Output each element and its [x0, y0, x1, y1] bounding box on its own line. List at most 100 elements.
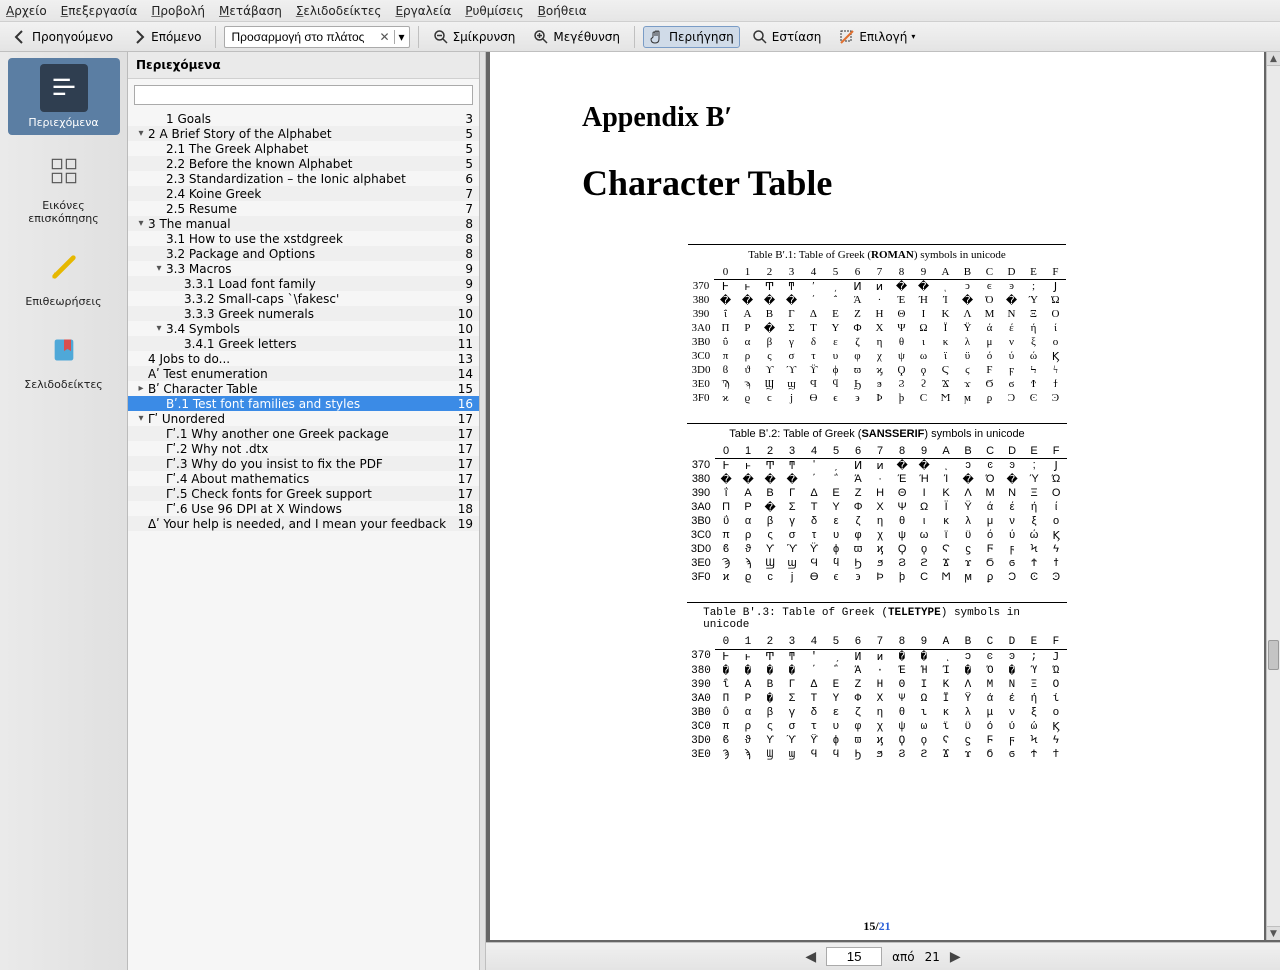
tree-row[interactable]: Αʹ Test enumeration14 [128, 366, 479, 381]
tree-row[interactable]: Γʹ.6 Use 96 DPI at X Windows18 [128, 501, 479, 516]
index-tree[interactable]: 1 Goals3▾2 A Brief Story of the Alphabet… [128, 111, 479, 970]
menu-σελιδοδείκτες[interactable]: Σελιδοδείκτες [296, 4, 382, 18]
separator [418, 26, 419, 48]
tree-page: 5 [449, 157, 473, 171]
select-mode-button[interactable]: Επιλογή▾ [833, 26, 921, 48]
expand-icon[interactable]: ▾ [134, 128, 148, 139]
document-area: Appendix Bʹ Character Table Table Bʹ.1: … [486, 52, 1280, 970]
index-title: Περιεχόμενα [128, 52, 479, 79]
page-input[interactable] [826, 947, 882, 966]
vertical-scrollbar[interactable]: ▲ ▼ [1266, 52, 1280, 940]
table-teletype: Table Bʹ.3: Table of Greek (TELETYPE) sy… [687, 602, 1067, 762]
menu-εργαλεία[interactable]: Εργαλεία [395, 4, 451, 18]
tree-row[interactable]: 3.3.2 Small-caps `\fakesc'9 [128, 291, 479, 306]
tree-row[interactable]: 3.4.1 Greek letters11 [128, 336, 479, 351]
tree-row[interactable]: ▾Γʹ Unordered17 [128, 411, 479, 426]
zoom-in-label: Μεγέθυνση [553, 30, 620, 44]
tree-page: 3 [449, 112, 473, 126]
prev-button[interactable]: Προηγούμενο [6, 26, 119, 48]
tree-row[interactable]: 1 Goals3 [128, 111, 479, 126]
browse-mode-button[interactable]: Περιήγηση [643, 26, 740, 48]
expand-icon[interactable]: ▾ [134, 413, 148, 424]
tree-row[interactable]: 3.2 Package and Options8 [128, 246, 479, 261]
tree-label: 3.1 How to use the xstdgreek [166, 232, 449, 246]
tree-page: 17 [449, 442, 473, 456]
menu-βοήθεια[interactable]: Βοήθεια [538, 4, 587, 18]
tree-row[interactable]: Δʹ Your help is needed, and I mean your … [128, 516, 479, 531]
tree-row[interactable]: 2.3 Standardization – the Ionic alphabet… [128, 171, 479, 186]
menu-επεξεργασία[interactable]: Επεξεργασία [61, 4, 138, 18]
bookmarks-icon [40, 326, 88, 374]
tree-row[interactable]: Γʹ.3 Why do you insist to fix the PDF17 [128, 456, 479, 471]
menu-μετάβαση[interactable]: Μετάβαση [219, 4, 282, 18]
scroll-up-icon[interactable]: ▲ [1267, 52, 1280, 66]
zoom-input[interactable] [225, 28, 375, 46]
tree-row[interactable]: ▾3 The manual8 [128, 216, 479, 231]
tree-label: Βʹ Character Table [148, 382, 449, 396]
tree-label: 3.3.2 Small-caps `\fakesc' [184, 292, 449, 306]
expand-icon[interactable]: ▾ [134, 218, 148, 229]
tree-row[interactable]: Γʹ.5 Check fonts for Greek support17 [128, 486, 479, 501]
page-next-button[interactable]: ▶ [950, 949, 961, 965]
menu-ρυθμίσεις[interactable]: Ρυθμίσεις [465, 4, 523, 18]
index-search-input[interactable] [134, 85, 473, 105]
tree-label: 3.4.1 Greek letters [184, 337, 449, 351]
scroll-thumb[interactable] [1268, 640, 1279, 670]
clear-icon[interactable]: ✕ [375, 30, 393, 44]
tree-page: 17 [449, 472, 473, 486]
chevron-down-icon[interactable]: ▾ [394, 30, 409, 44]
arrow-left-icon [12, 29, 28, 45]
page-prev-button[interactable]: ◀ [805, 949, 816, 965]
tree-row[interactable]: 2.5 Resume7 [128, 201, 479, 216]
zoom-in-button[interactable]: Μεγέθυνση [527, 26, 626, 48]
tree-row[interactable]: 4 Jobs to do...13 [128, 351, 479, 366]
tree-row[interactable]: 2.4 Koine Greek7 [128, 186, 479, 201]
expand-icon[interactable]: ▾ [152, 263, 166, 274]
tree-page: 7 [449, 187, 473, 201]
tree-row[interactable]: Γʹ.2 Why not .dtx17 [128, 441, 479, 456]
menu-αρχείο[interactable]: Αρχείο [6, 4, 47, 18]
sidebar-item-reviews[interactable]: Επιθεωρήσεις [8, 237, 120, 314]
zoom-out-icon [433, 29, 449, 45]
tree-label: Αʹ Test enumeration [148, 367, 449, 381]
next-button[interactable]: Επόμενο [125, 26, 207, 48]
select-label: Επιλογή [859, 30, 907, 44]
zoom-combo[interactable]: ✕ ▾ [224, 26, 409, 48]
tree-label: Γʹ.2 Why not .dtx [166, 442, 449, 456]
tree-row[interactable]: Γʹ.4 About mathematics17 [128, 471, 479, 486]
menubar: Αρχείο Επεξεργασία Προβολή Μετάβαση Σελιδοδε… [0, 0, 1280, 22]
tree-row[interactable]: 2.2 Before the known Alphabet5 [128, 156, 479, 171]
table-caption: Table Bʹ.3: Table of Greek (TELETYPE) sy… [687, 602, 1067, 635]
focus-mode-button[interactable]: Εστίαση [746, 26, 828, 48]
sidebar-item-toc[interactable]: Περιεχόμενα [8, 58, 120, 135]
tree-row[interactable]: ▾3.3 Macros9 [128, 261, 479, 276]
tree-page: 10 [449, 307, 473, 321]
menu-προβολή[interactable]: Προβολή [151, 4, 205, 18]
tree-label: 3.4 Symbols [166, 322, 449, 336]
tree-label: 1 Goals [166, 112, 449, 126]
tree-row[interactable]: 3.3.1 Load font family9 [128, 276, 479, 291]
tree-label: Γʹ.1 Why another one Greek package [166, 427, 449, 441]
expand-icon[interactable]: ▾ [152, 323, 166, 334]
tree-label: Γʹ.6 Use 96 DPI at X Windows [166, 502, 449, 516]
index-pane: Περιεχόμενα 1 Goals3▾2 A Brief Story of … [128, 52, 480, 970]
tree-row[interactable]: ▾3.4 Symbols10 [128, 321, 479, 336]
tree-label: Γʹ.5 Check fonts for Greek support [166, 487, 449, 501]
tree-row[interactable]: ▾2 A Brief Story of the Alphabet5 [128, 126, 479, 141]
target-icon [752, 29, 768, 45]
tree-label: 2.1 The Greek Alphabet [166, 142, 449, 156]
sidebar-item-thumbnails[interactable]: Εικόνες επισκόπησης [8, 141, 120, 231]
sidebar-item-bookmarks[interactable]: Σελιδοδείκτες [8, 320, 120, 397]
tree-row[interactable]: 3.1 How to use the xstdgreek8 [128, 231, 479, 246]
scroll-down-icon[interactable]: ▼ [1267, 926, 1280, 940]
tree-row[interactable]: 3.3.3 Greek numerals10 [128, 306, 479, 321]
tree-row[interactable]: 2.1 The Greek Alphabet5 [128, 141, 479, 156]
tree-row[interactable]: Γʹ.1 Why another one Greek package17 [128, 426, 479, 441]
zoom-out-button[interactable]: Σμίκρυνση [427, 26, 522, 48]
appendix-title: Appendix Bʹ [582, 102, 1172, 134]
expand-icon[interactable]: ▸ [134, 383, 148, 394]
tree-row[interactable]: ▸Βʹ Character Table15 [128, 381, 479, 396]
table-sansserif: Table Bʹ.2: Table of Greek (SANSSERIF) s… [687, 423, 1067, 584]
tree-row[interactable]: Βʹ.1 Test font families and styles16 [128, 396, 479, 411]
tree-page: 5 [449, 127, 473, 141]
